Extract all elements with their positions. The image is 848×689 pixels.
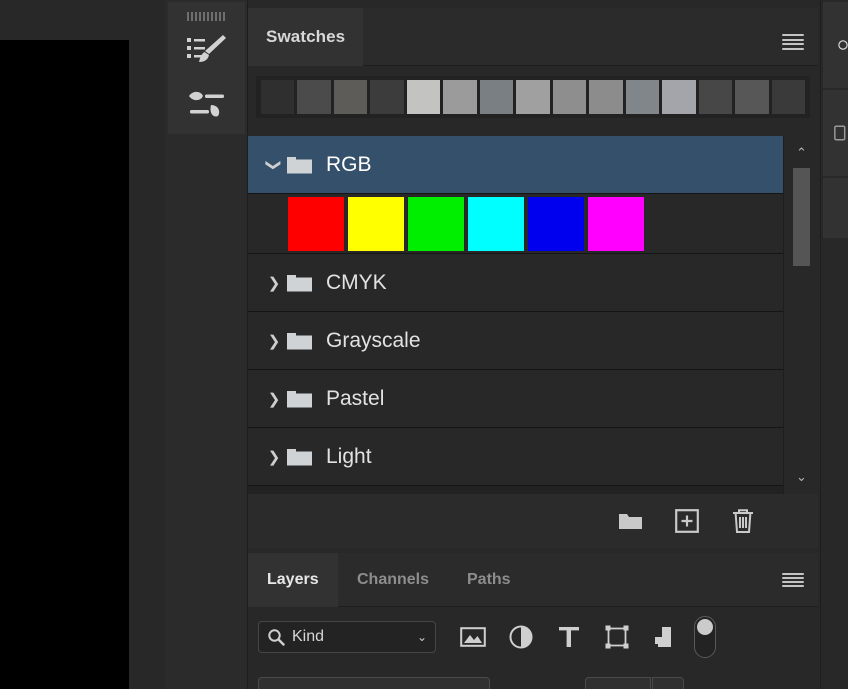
recent-swatch[interactable] [479, 80, 514, 114]
filter-shape-layers[interactable] [604, 624, 630, 650]
panel-drag-grip[interactable] [187, 12, 227, 21]
circle-icon [838, 40, 848, 50]
tab-channels[interactable]: Channels [338, 553, 448, 607]
layer-blend-row [248, 671, 818, 689]
color-swatch[interactable] [288, 196, 344, 251]
swatch-group-label: Light [326, 444, 372, 468]
swatch-group-row[interactable]: ❯ CMYK [248, 254, 783, 312]
scroll-up-icon[interactable]: ⌃ [784, 142, 819, 164]
recent-swatch[interactable] [406, 80, 441, 114]
recent-colors-strip[interactable] [256, 76, 810, 118]
tab-swatches[interactable]: Swatches [248, 8, 364, 66]
tab-label: Paths [467, 571, 511, 588]
color-panel-tab[interactable] [823, 2, 848, 88]
swatches-tabbar: Swatches [248, 8, 818, 66]
recent-swatch[interactable] [698, 80, 733, 114]
chevron-right-icon[interactable]: ❯ [262, 448, 286, 466]
document-window[interactable] [0, 40, 129, 689]
recent-swatch[interactable] [516, 80, 550, 114]
extra-panel-tab[interactable] [823, 178, 848, 238]
canvas-area[interactable] [0, 0, 165, 689]
opacity-field[interactable] [585, 677, 651, 689]
recent-swatch[interactable] [443, 80, 477, 114]
left-dock-group [168, 2, 245, 134]
swatch-group-label: RGB [326, 152, 372, 176]
blend-mode-select[interactable] [258, 677, 490, 689]
right-panel-dock [820, 0, 848, 689]
swatch-group-row[interactable]: ❯ Light [248, 428, 783, 486]
delete-swatch-button[interactable] [730, 508, 756, 534]
swatch-color-row [248, 194, 783, 254]
layers-tabbar: Layers Channels Paths [248, 553, 818, 607]
color-swatch[interactable] [588, 196, 644, 251]
swatches-footer-toolbar [248, 494, 818, 548]
new-swatch-button[interactable] [674, 508, 700, 534]
layer-type-filters [460, 624, 678, 650]
color-swatch[interactable] [348, 196, 404, 251]
color-swatch[interactable] [528, 196, 584, 251]
recent-swatch[interactable] [333, 80, 368, 114]
brush-presets-icon[interactable] [182, 84, 232, 126]
layer-filter-kind-value: Kind [292, 628, 325, 645]
swatch-groups-list[interactable]: ❯ RGB ❯ CMYK ❯ Grayscale ❯ Pastel ❯ Light [248, 136, 818, 494]
folder-icon [286, 272, 320, 294]
opacity-stepper[interactable] [652, 677, 684, 689]
left-panel-dock [165, 0, 248, 689]
chevron-right-icon[interactable]: ❯ [262, 332, 286, 350]
swatch-group-row[interactable]: ❯ RGB [248, 136, 783, 194]
recent-swatch[interactable] [771, 80, 806, 114]
brush-settings-icon[interactable] [182, 30, 232, 72]
recent-swatch[interactable] [735, 80, 769, 114]
swatch-group-label: CMYK [326, 270, 387, 294]
filter-type-layers[interactable] [556, 624, 582, 650]
recent-swatch[interactable] [589, 80, 623, 114]
libraries-panel-tab[interactable] [823, 90, 848, 176]
tab-label: Layers [267, 571, 319, 588]
folder-icon [286, 330, 320, 352]
layers-panel-menu-icon[interactable] [782, 573, 804, 587]
swatch-group-row[interactable]: ❯ Pastel [248, 370, 783, 428]
tab-label: Channels [357, 571, 430, 588]
swatch-group-label: Grayscale [326, 328, 421, 352]
chevron-right-icon[interactable]: ❯ [262, 390, 286, 408]
filter-adjustment-layers[interactable] [508, 624, 534, 650]
recent-swatch[interactable] [552, 80, 587, 114]
swatches-panel-menu-icon[interactable] [782, 34, 804, 50]
rect-icon [834, 125, 846, 141]
recent-swatch[interactable] [625, 80, 660, 114]
swatch-group-label: Pastel [326, 386, 385, 410]
chevron-right-icon[interactable]: ❯ [262, 274, 286, 292]
recent-swatch[interactable] [297, 80, 331, 114]
recent-swatch[interactable] [662, 80, 696, 114]
recent-swatch[interactable] [370, 80, 404, 114]
chevron-down-icon[interactable]: ⌄ [417, 630, 427, 644]
layers-filter-bar: Kind ⌄ [248, 615, 818, 659]
search-icon [268, 629, 285, 646]
scroll-down-icon[interactable]: ⌄ [784, 466, 819, 488]
swatch-group-row[interactable]: ❯ Grayscale [248, 312, 783, 370]
filter-smart-objects[interactable] [652, 624, 678, 650]
tab-paths[interactable]: Paths [448, 553, 530, 607]
folder-icon [286, 446, 320, 468]
folder-icon [286, 154, 320, 176]
chevron-down-icon[interactable]: ❯ [265, 153, 283, 177]
color-swatch[interactable] [468, 196, 524, 251]
toggle-knob [697, 619, 713, 635]
tab-layers[interactable]: Layers [248, 553, 338, 607]
color-swatch[interactable] [408, 196, 464, 251]
tab-swatches-label: Swatches [266, 27, 346, 46]
layers-panel: Layers Channels Paths Kind ⌄ [248, 553, 818, 689]
filter-pixel-layers[interactable] [460, 624, 486, 650]
swatches-panel: Swatches ❯ RGB ❯ CMYK ❯ Grayscale ❯ Pastel ❯ Ligh… [248, 0, 818, 548]
recent-swatch[interactable] [260, 80, 295, 114]
layer-filter-kind-select[interactable]: Kind ⌄ [258, 621, 436, 653]
new-group-button[interactable] [618, 508, 644, 534]
folder-icon [286, 388, 320, 410]
filter-enable-toggle[interactable] [694, 616, 716, 658]
photoshop-window: Swatches ❯ RGB ❯ CMYK ❯ Grayscale ❯ Pastel ❯ Ligh… [0, 0, 848, 689]
swatches-scrollbar[interactable]: ⌃ ⌄ [783, 136, 818, 494]
scrollbar-thumb[interactable] [793, 168, 810, 266]
